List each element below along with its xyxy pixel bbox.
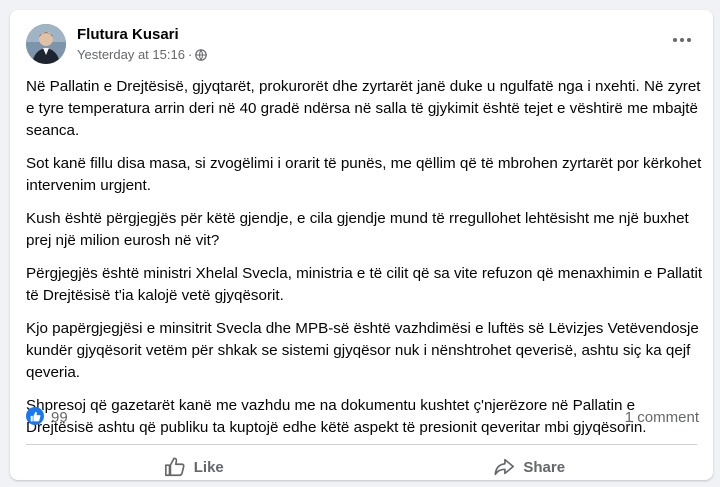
author-name[interactable]: Flutura Kusari (77, 26, 179, 43)
post-paragraph: Sot kanë fillu disa masa, si zvogëlimi i… (26, 155, 702, 194)
post-header: Flutura Kusari Yesterday at 15:16 · (26, 24, 699, 68)
post-paragraph: Përgjegjës është ministri Xhelal Svecla,… (26, 265, 703, 304)
post-paragraph: Kjo papërgjegjësi e minsitrit Svecla dhe… (26, 320, 699, 381)
like-reaction-icon[interactable] (26, 407, 44, 425)
more-options-icon[interactable] (669, 30, 695, 50)
share-icon (494, 458, 515, 476)
timestamp[interactable]: Yesterday at 15:16 (77, 47, 185, 62)
comment-count[interactable]: 1 comment (625, 409, 699, 426)
actions-divider (26, 444, 697, 445)
post-card: Flutura Kusari Yesterday at 15:16 · Në P… (10, 10, 713, 480)
reaction-count[interactable]: 99 (51, 409, 68, 426)
like-button[interactable]: Like (26, 447, 362, 487)
profile-photo-icon (26, 24, 66, 64)
avatar[interactable] (26, 24, 66, 64)
share-label: Share (523, 458, 566, 476)
globe-icon[interactable] (195, 48, 208, 61)
like-label: Like (193, 458, 224, 476)
post-meta: Yesterday at 15:16 · (77, 47, 208, 62)
post-paragraph: Kush është përgjegjës për këtë gjendje, … (26, 210, 689, 249)
meta-separator: · (187, 47, 193, 62)
reactions-bar: 99 1 comment (26, 405, 699, 429)
thumbs-up-icon (164, 457, 185, 477)
post-actions: Like Share (26, 447, 697, 487)
post-body: Në Pallatin e Drejtësisë, gjyqtarët, pro… (26, 76, 706, 450)
share-button[interactable]: Share (362, 447, 698, 487)
post-paragraph: Në Pallatin e Drejtësisë, gjyqtarët, pro… (26, 78, 701, 139)
